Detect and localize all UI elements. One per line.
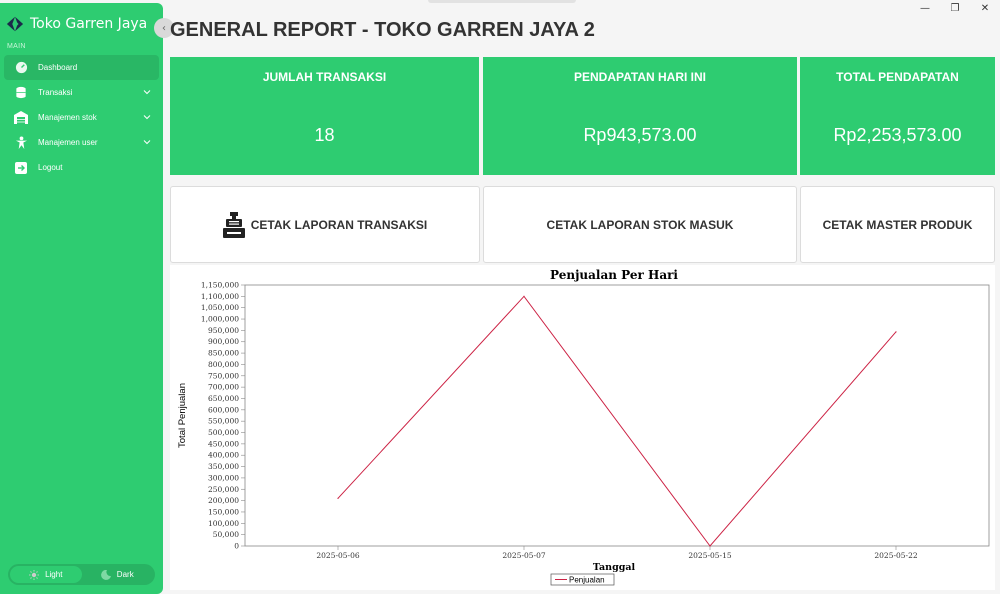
y-tick-label: 350,000 — [208, 462, 239, 471]
moon-icon — [100, 569, 111, 580]
stat-label: TOTAL PENDAPATAN — [836, 70, 959, 84]
sidebar-item-manajemen-user[interactable]: Manajemen user — [4, 130, 159, 155]
y-tick-label: 1,150,000 — [201, 281, 239, 290]
sidebar-item-logout[interactable]: Logout — [4, 155, 159, 180]
theme-light-label: Light — [45, 570, 63, 579]
stat-label: JUMLAH TRANSAKSI — [262, 70, 387, 84]
database-icon — [14, 86, 28, 100]
y-tick-label: 150,000 — [208, 507, 239, 516]
window-controls: — ❐ ✕ — [910, 0, 1000, 16]
warehouse-icon — [14, 111, 28, 125]
y-tick-label: 500,000 — [208, 428, 239, 437]
y-tick-label: 650,000 — [208, 394, 239, 403]
logout-icon — [14, 161, 28, 175]
app-window: — ❐ ✕ Toko Garren Jaya MAIN Dashboard Tr… — [0, 0, 1000, 594]
stat-card-total-pendapatan: TOTAL PENDAPATAN Rp2,253,573.00 — [800, 57, 995, 175]
cash-register-icon — [222, 211, 245, 238]
close-button[interactable]: ✕ — [970, 0, 1000, 16]
stat-card-pendapatan-hari-ini: PENDAPATAN HARI INI Rp943,573.00 — [483, 57, 797, 175]
print-button-label: CETAK MASTER PRODUK — [822, 217, 973, 232]
top-notch — [428, 0, 576, 3]
sidebar: Toko Garren Jaya MAIN Dashboard Transaks… — [0, 3, 163, 594]
y-tick-label: 750,000 — [208, 371, 239, 380]
y-tick-label: 300,000 — [208, 473, 239, 482]
section-label: MAIN — [7, 43, 26, 50]
brand: Toko Garren Jaya — [6, 15, 147, 33]
brand-logo-icon — [6, 16, 24, 32]
data-point — [709, 545, 711, 547]
data-point — [337, 497, 339, 499]
chevron-down-icon — [143, 140, 151, 145]
x-tick-label: 2025-05-15 — [688, 551, 731, 560]
x-tick-label: 2025-05-06 — [316, 551, 359, 560]
stat-value: 18 — [314, 125, 335, 145]
theme-dark-label: Dark — [116, 570, 134, 579]
y-tick-label: 700,000 — [208, 383, 239, 392]
stat-card-jumlah-transaksi: JUMLAH TRANSAKSI 18 — [170, 57, 479, 175]
chart-title: Penjualan Per Hari — [550, 268, 678, 282]
y-tick-label: 900,000 — [208, 337, 239, 346]
print-button-label: CETAK LAPORAN TRANSAKSI — [250, 217, 428, 232]
print-transaction-report-button[interactable]: CETAK LAPORAN TRANSAKSI — [170, 186, 480, 263]
user-icon — [14, 136, 28, 150]
minimize-button[interactable]: — — [910, 0, 940, 16]
chevron-down-icon — [143, 115, 151, 120]
stat-value: Rp2,253,573.00 — [833, 125, 962, 145]
y-tick-label: 250,000 — [208, 485, 239, 494]
chevron-down-icon — [143, 90, 151, 95]
stat-value: Rp943,573.00 — [583, 125, 697, 145]
theme-toggle[interactable]: Light Dark — [8, 564, 155, 585]
y-axis-label: Total Penjualan — [177, 383, 188, 448]
y-tick-label: 800,000 — [208, 360, 239, 369]
page-title: GENERAL REPORT - TOKO GARREN JAYA 2 — [170, 19, 595, 41]
sidebar-item-label: Transaksi — [38, 88, 73, 97]
y-tick-label: 50,000 — [213, 530, 239, 539]
y-tick-label: 200,000 — [208, 496, 239, 505]
data-point — [895, 331, 897, 333]
sales-line-chart: Penjualan Per Hari 0 50,000 100,000 150,000 2… — [177, 268, 990, 586]
y-tick-label: 450,000 — [208, 439, 239, 448]
y-tick-label: 950,000 — [208, 326, 239, 335]
chevron-left-icon: ‹ — [162, 22, 166, 34]
sidebar-item-dashboard[interactable]: Dashboard — [4, 55, 159, 80]
sidebar-item-label: Manajemen stok — [38, 113, 97, 122]
y-tick-label: 600,000 — [208, 405, 239, 414]
y-tick-label: 0 — [234, 542, 239, 551]
y-tick-label: 1,100,000 — [201, 292, 239, 301]
data-point — [523, 295, 525, 297]
print-product-master-button[interactable]: CETAK MASTER PRODUK — [800, 186, 995, 263]
plot-area — [244, 284, 990, 547]
sidebar-item-transaksi[interactable]: Transaksi — [4, 80, 159, 105]
y-tick-label: 1,050,000 — [201, 303, 239, 312]
print-button-label: CETAK LAPORAN STOK MASUK — [546, 217, 734, 232]
print-stock-in-report-button[interactable]: CETAK LAPORAN STOK MASUK — [483, 186, 797, 263]
sidebar-item-label: Dashboard — [38, 63, 78, 72]
y-tick-label: 400,000 — [208, 451, 239, 460]
x-tick-label: 2025-05-07 — [502, 551, 545, 560]
stat-label: PENDAPATAN HARI INI — [574, 70, 706, 84]
sidebar-item-label: Manajemen user — [38, 138, 98, 147]
restore-button[interactable]: ❐ — [940, 0, 970, 16]
x-tick-label: 2025-05-22 — [874, 551, 917, 560]
y-tick-label: 550,000 — [208, 417, 239, 426]
y-tick-label: 1,000,000 — [201, 315, 239, 324]
x-axis-label: Tanggal — [593, 562, 636, 573]
y-tick-label: 850,000 — [208, 349, 239, 358]
brand-title: Toko Garren Jaya — [30, 16, 148, 32]
sidebar-nav: Dashboard Transaksi Manajemen stok Manaj… — [4, 55, 159, 180]
dashboard-icon — [14, 61, 28, 75]
theme-light-option[interactable]: Light — [10, 566, 82, 583]
legend-label: Penjualan — [569, 576, 605, 585]
sun-icon — [29, 569, 40, 580]
sidebar-item-manajemen-stok[interactable]: Manajemen stok — [4, 105, 159, 130]
theme-dark-option[interactable]: Dark — [82, 566, 154, 583]
y-tick-label: 100,000 — [208, 519, 239, 528]
sidebar-item-label: Logout — [38, 163, 63, 172]
sales-chart: Penjualan Per Hari 0 50,000 100,000 150,000 2… — [170, 265, 995, 590]
